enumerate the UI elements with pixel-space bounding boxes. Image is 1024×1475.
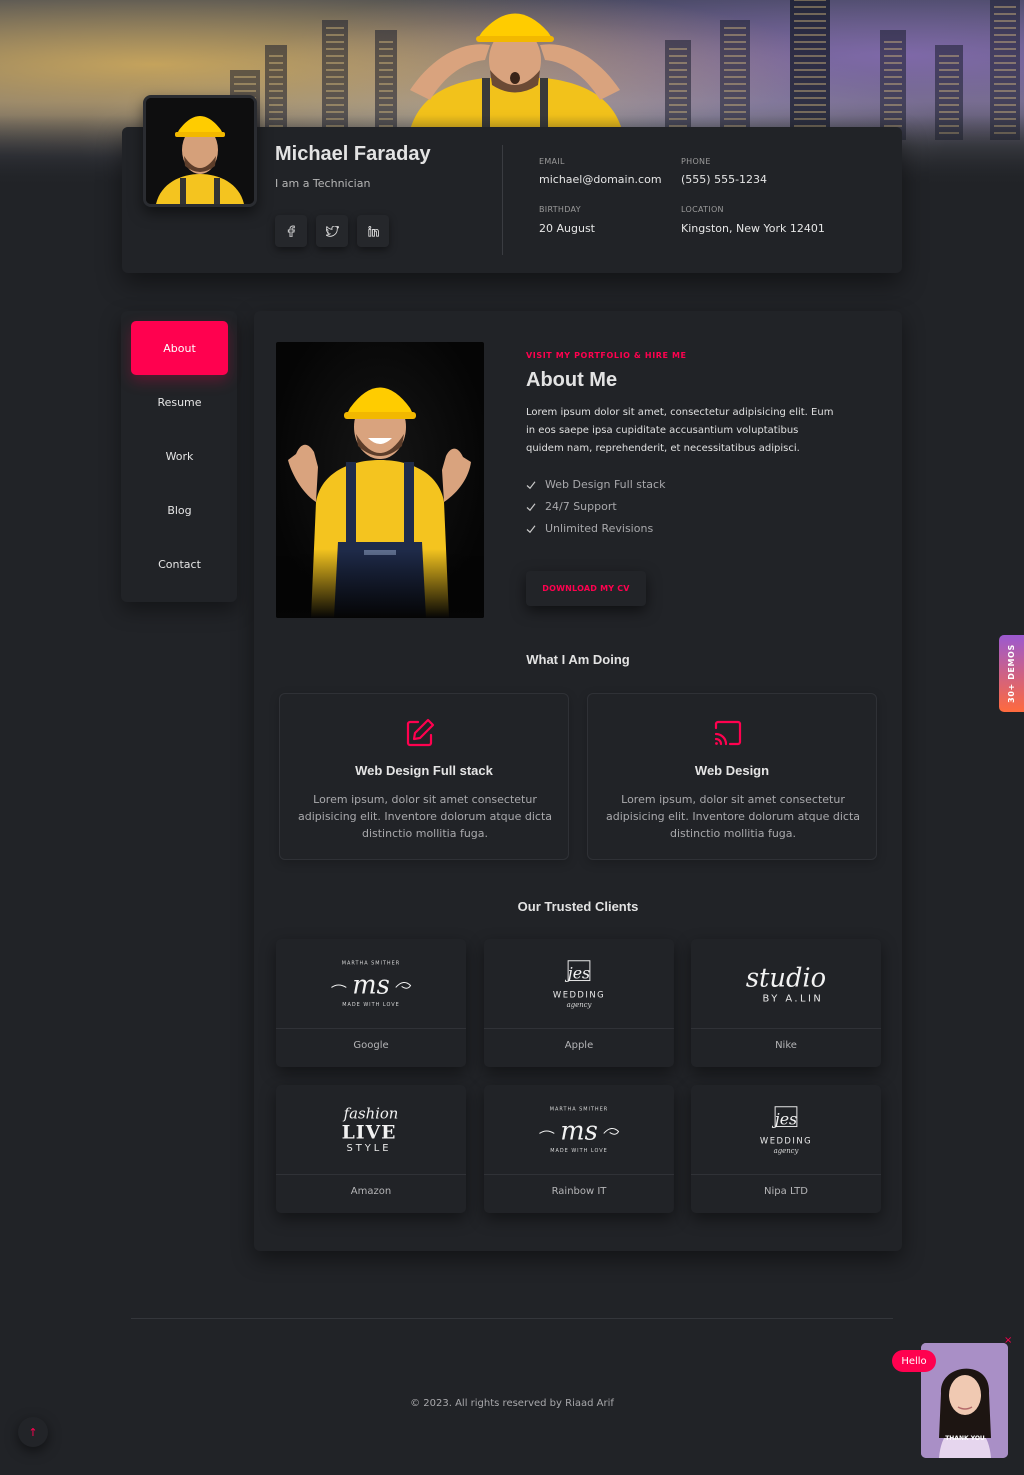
- close-icon[interactable]: ×: [1004, 1335, 1012, 1346]
- wedding-logo: jes WEDDING agency: [484, 960, 674, 1029]
- menu-item-contact[interactable]: Contact: [131, 537, 228, 591]
- svg-text:THANK YOU: THANK YOU: [945, 1435, 985, 1442]
- twitter-icon: [325, 225, 339, 237]
- client-card[interactable]: studio BY A.LIN Nike: [691, 939, 881, 1067]
- ms-logo: ms MARTHA SMITHER MADE WITH LOVE: [276, 961, 466, 1029]
- facebook-icon: [287, 225, 295, 237]
- client-name: Apple: [564, 1040, 594, 1051]
- copyright-text: © 2023. All rights reserved by Riaad Ari…: [410, 1398, 614, 1409]
- service-card: Web Design Full stack Lorem ipsum, dolor…: [279, 693, 569, 860]
- phone-label: PHONE: [681, 157, 711, 166]
- svg-text:agency: agency: [567, 1001, 592, 1009]
- svg-text:ms: ms: [560, 1116, 598, 1146]
- about-title: About Me: [526, 369, 618, 391]
- ms-logo: ms MARTHA SMITHER MADE WITH LOVE: [484, 1107, 674, 1175]
- svg-text:MADE WITH LOVE: MADE WITH LOVE: [550, 1148, 607, 1154]
- profile-divider: [502, 145, 503, 255]
- footer-divider: [131, 1318, 893, 1319]
- arrow-up-icon: ↑: [28, 1425, 38, 1439]
- client-name: Nike: [775, 1040, 797, 1051]
- check-icon: [526, 502, 536, 511]
- menu-item-about[interactable]: About: [131, 321, 228, 375]
- svg-text:MARTHA SMITHER: MARTHA SMITHER: [342, 961, 400, 967]
- client-name: Amazon: [350, 1186, 392, 1197]
- hero-person-image: [410, 13, 622, 130]
- profile-name: Michael Faraday: [275, 143, 431, 165]
- download-cv-button[interactable]: DOWNLOAD MY CV: [526, 571, 646, 606]
- client-card[interactable]: ms MARTHA SMITHER MADE WITH LOVE Rainbow…: [484, 1085, 674, 1213]
- client-card[interactable]: jes WEDDING agency Nipa LTD: [691, 1085, 881, 1213]
- email-label: EMAIL: [539, 157, 565, 166]
- clients-heading: Our Trusted Clients: [517, 899, 639, 914]
- service-title: Web Design: [694, 763, 770, 778]
- client-name: Rainbow IT: [551, 1186, 607, 1197]
- feature-item: Web Design Full stack: [526, 478, 665, 491]
- client-card[interactable]: ms MARTHA SMITHER MADE WITH LOVE Google: [276, 939, 466, 1067]
- client-card[interactable]: fashion LIVE STYLE Amazon: [276, 1085, 466, 1213]
- svg-text:agency: agency: [774, 1147, 799, 1155]
- feature-label: Unlimited Revisions: [545, 522, 654, 535]
- email-value: michael@domain.com: [539, 173, 662, 186]
- linkedin-button[interactable]: [357, 215, 389, 247]
- wedding-logo: jes WEDDING agency: [691, 1106, 881, 1175]
- service-card: Web Design Lorem ipsum, dolor sit amet c…: [587, 693, 877, 860]
- demos-label: 30+ DEMOS: [1007, 644, 1016, 703]
- client-card[interactable]: jes WEDDING agency Apple: [484, 939, 674, 1067]
- svg-text:jes: jes: [772, 1110, 797, 1129]
- location-value: Kingston, New York 12401: [681, 222, 825, 235]
- about-eyebrow: VISIT MY PORTFOLIO & HIRE ME: [526, 351, 687, 360]
- demos-tab[interactable]: 30+ DEMOS: [999, 635, 1024, 712]
- svg-text:WEDDING: WEDDING: [553, 989, 605, 999]
- menu-item-resume[interactable]: Resume: [131, 375, 228, 429]
- cast-icon: [714, 720, 742, 746]
- service-text: Lorem ipsum, dolor sit amet consectetur …: [606, 793, 861, 840]
- check-icon: [526, 480, 536, 489]
- check-icon: [526, 524, 536, 533]
- svg-text:MARTHA SMITHER: MARTHA SMITHER: [550, 1107, 608, 1113]
- feature-item: 24/7 Support: [526, 500, 617, 513]
- hello-badge: Hello: [892, 1350, 936, 1372]
- facebook-button[interactable]: [275, 215, 307, 247]
- feature-item: Unlimited Revisions: [526, 522, 653, 535]
- svg-text:studio: studio: [746, 963, 826, 993]
- scroll-top-button[interactable]: ↑: [18, 1417, 48, 1447]
- location-label: LOCATION: [681, 205, 724, 214]
- birthday-value: 20 August: [539, 222, 595, 235]
- linkedin-icon: [367, 225, 379, 237]
- svg-text:jes: jes: [565, 964, 590, 983]
- about-photo: [276, 342, 484, 618]
- profile-tagline: I am a Technician: [275, 177, 371, 190]
- phone-value: (555) 555-1234: [681, 173, 768, 186]
- svg-text:STYLE: STYLE: [347, 1143, 392, 1154]
- services-heading: What I Am Doing: [526, 652, 630, 667]
- svg-text:ms: ms: [352, 970, 390, 1000]
- menu-item-work[interactable]: Work: [131, 429, 228, 483]
- feature-label: Web Design Full stack: [545, 478, 666, 491]
- svg-text:fashion: fashion: [343, 1106, 399, 1123]
- svg-text:WEDDING: WEDDING: [760, 1135, 812, 1145]
- client-name: Google: [353, 1040, 389, 1051]
- client-name: Nipa LTD: [764, 1186, 808, 1197]
- edit-icon: [406, 718, 435, 747]
- avatar: [143, 95, 257, 207]
- svg-text:MADE WITH LOVE: MADE WITH LOVE: [342, 1002, 399, 1008]
- about-text: Lorem ipsum dolor sit amet, consectetur …: [526, 407, 834, 454]
- svg-text:BY A.LIN: BY A.LIN: [763, 993, 824, 1004]
- feature-label: 24/7 Support: [545, 500, 617, 513]
- menu-item-blog[interactable]: Blog: [131, 483, 228, 537]
- twitter-button[interactable]: [316, 215, 348, 247]
- birthday-label: BIRTHDAY: [539, 205, 581, 214]
- service-text: Lorem ipsum, dolor sit amet consectetur …: [298, 793, 553, 840]
- service-title: Web Design Full stack: [355, 763, 493, 778]
- studio-logo: studio BY A.LIN: [691, 963, 881, 1029]
- svg-text:LIVE: LIVE: [342, 1121, 397, 1143]
- fashion-live-style-logo: fashion LIVE STYLE: [276, 1106, 466, 1175]
